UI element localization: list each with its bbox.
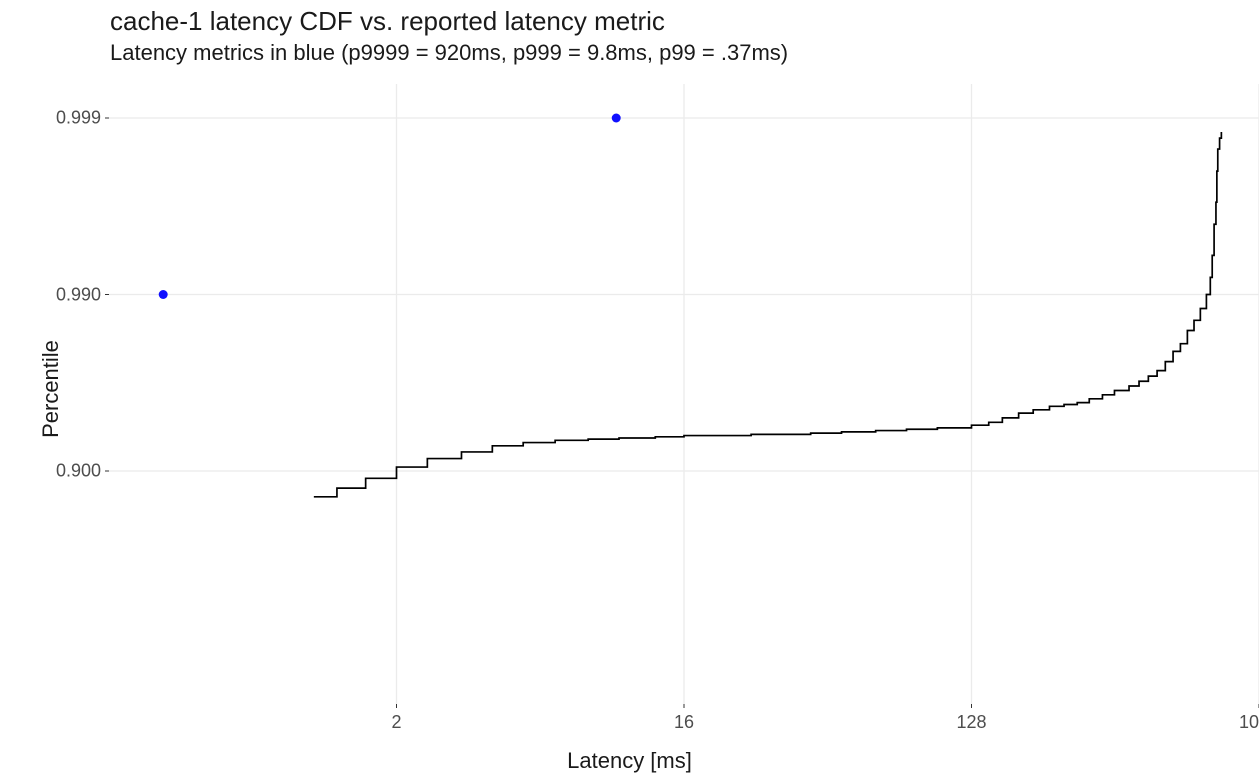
plot-svg [109,84,1259,704]
metric-point [612,114,621,123]
y-tick-label: 0.990 [56,284,101,305]
y-tick-label: 0.999 [56,108,101,129]
plot-area [109,84,1259,704]
chart-container: cache-1 latency CDF vs. reported latency… [0,0,1259,778]
x-tick-label: 128 [956,712,986,733]
chart-title: cache-1 latency CDF vs. reported latency… [110,6,665,37]
y-axis-label: Percentile [38,340,64,438]
x-tick-label: 2 [391,712,401,733]
x-tick-label: 1024 [1239,712,1259,733]
metric-point [159,290,168,299]
x-axis-label: Latency [ms] [0,748,1259,774]
x-tick-label: 16 [674,712,694,733]
chart-subtitle: Latency metrics in blue (p9999 = 920ms, … [110,40,788,66]
y-tick-label: 0.900 [56,461,101,482]
